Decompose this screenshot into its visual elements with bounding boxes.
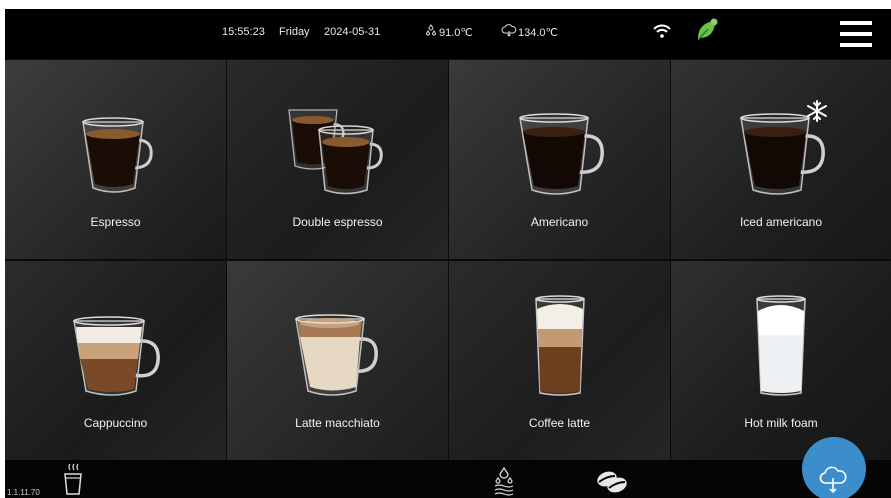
beverage-label: Hot milk foam — [744, 416, 818, 430]
beverage-tile-hot-milk-foam[interactable]: Hot milk foam — [671, 261, 891, 460]
software-version: 1.1.11.70 — [7, 488, 40, 497]
steam-temperature: 134.0℃ — [518, 27, 558, 39]
beverage-tile-cappuccino[interactable]: Cappuccino — [5, 261, 226, 460]
beverage-tile-latte-macchiato[interactable]: Latte macchiato — [227, 261, 448, 460]
beverage-label: Latte macchiato — [295, 416, 380, 430]
beverage-tile-iced-americano[interactable]: Iced americano — [671, 60, 891, 259]
hot-cup-icon[interactable] — [63, 462, 83, 496]
beverage-grid: Espresso Double espresso Americano Iced … — [5, 60, 891, 495]
beverage-tile-double-espresso[interactable]: Double espresso — [227, 60, 448, 259]
water-drops-icon — [425, 24, 437, 36]
double-espresso-cups-icon — [287, 109, 383, 195]
cappuccino-cup-icon — [72, 316, 160, 396]
iced-americano-cup-icon — [740, 113, 825, 195]
latte-macchiato-cup-icon — [294, 314, 378, 396]
steam-cloud-icon — [819, 466, 847, 494]
wifi-icon[interactable] — [653, 24, 671, 38]
menu-icon[interactable] — [840, 21, 872, 47]
beverage-tile-coffee-latte[interactable]: Coffee latte — [449, 261, 670, 460]
beverage-label: Coffee latte — [528, 416, 591, 430]
bottom-bar: 1.1.11.70 — [5, 437, 891, 498]
steam-cloud-icon — [501, 24, 517, 37]
steam-button[interactable] — [802, 437, 866, 498]
beverage-label: Espresso — [90, 215, 141, 229]
eco-leaf-icon[interactable] — [695, 17, 719, 43]
coffee-latte-glass-icon — [534, 295, 585, 396]
americano-cup-icon — [518, 113, 604, 195]
machine-screen: 15:55:23 Friday 2024-05-31 91.0℃ 134.0℃ — [5, 9, 891, 498]
beverage-tile-americano[interactable]: Americano — [449, 60, 670, 259]
clock-time: 15:55:23 — [222, 26, 265, 38]
coffee-beans-icon[interactable] — [595, 470, 629, 494]
water-temperature: 91.0℃ — [439, 27, 473, 39]
status-bar: 15:55:23 Friday 2024-05-31 91.0℃ 134.0℃ — [5, 9, 891, 59]
hot-milk-foam-glass-icon — [756, 295, 806, 396]
beverage-label: Americano — [530, 215, 589, 229]
weekday: Friday — [279, 26, 310, 38]
espresso-cup-icon — [81, 117, 153, 193]
water-rinse-icon[interactable] — [493, 466, 515, 496]
beverage-label: Iced americano — [739, 215, 823, 229]
date: 2024-05-31 — [324, 26, 381, 38]
beverage-label: Cappuccino — [83, 416, 148, 430]
beverage-tile-espresso[interactable]: Espresso — [5, 60, 226, 259]
beverage-label: Double espresso — [292, 215, 383, 229]
